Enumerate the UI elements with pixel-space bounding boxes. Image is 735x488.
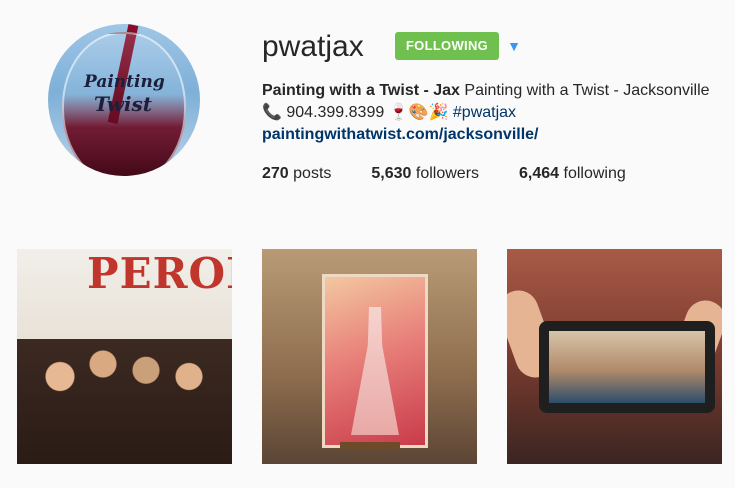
post-thumbnail-3[interactable] bbox=[507, 249, 722, 464]
full-name: Painting with a Twist - Jax bbox=[262, 82, 460, 99]
avatar-logo-line1: Painting bbox=[84, 72, 165, 92]
post-1-sign-text: PERON bbox=[87, 249, 232, 298]
followers-count-label: followers bbox=[411, 165, 480, 182]
profile-username: pwatjax bbox=[262, 30, 364, 63]
posts-count-label: posts bbox=[288, 165, 332, 182]
bio-line-1: Painting with a Twist - Jax Painting wit… bbox=[262, 80, 732, 102]
posts-count: 270 posts bbox=[262, 165, 331, 183]
chevron-down-icon[interactable]: ▼ bbox=[504, 36, 524, 56]
followers-count-value: 5,630 bbox=[371, 165, 412, 182]
profile-stats: 270 posts 5,630 followers 6,464 followin… bbox=[262, 165, 666, 183]
avatar-logo-line2: Twist bbox=[94, 92, 152, 116]
post-thumbnail-1[interactable]: PERON bbox=[17, 249, 232, 464]
followers-count[interactable]: 5,630 followers bbox=[371, 165, 479, 183]
post-2-easel bbox=[340, 442, 400, 450]
post-3-phone-screen bbox=[549, 331, 705, 403]
following-count-value: 6,464 bbox=[519, 165, 560, 182]
post-1-group-photo bbox=[17, 339, 232, 464]
following-count[interactable]: 6,464 following bbox=[519, 165, 626, 183]
following-button[interactable]: FOLLOWING bbox=[395, 32, 499, 60]
profile-avatar[interactable]: Painting Twist bbox=[48, 24, 200, 176]
posts-count-value: 270 bbox=[262, 165, 289, 182]
bio-line-2: 📞 904.399.8399 🍷🎨🎉 #pwatjax bbox=[262, 102, 732, 124]
post-2-dress-painting bbox=[351, 307, 399, 435]
post-3-phone bbox=[539, 321, 715, 413]
following-count-label: following bbox=[559, 165, 626, 182]
post-thumbnail-2[interactable] bbox=[262, 249, 477, 464]
profile-bio: Painting with a Twist - Jax Painting wit… bbox=[262, 80, 732, 146]
post-grid: PERON bbox=[17, 249, 722, 464]
website-link[interactable]: paintingwithatwist.com/jacksonville/ bbox=[262, 126, 539, 143]
bio-line-3: paintingwithatwist.com/jacksonville/ bbox=[262, 124, 732, 146]
bio-phone: 📞 904.399.8399 🍷🎨🎉 bbox=[262, 104, 449, 121]
post-2-canvas bbox=[322, 274, 428, 448]
hashtag-link[interactable]: #pwatjax bbox=[453, 104, 516, 121]
bio-description: Painting with a Twist - Jacksonville bbox=[459, 82, 710, 99]
